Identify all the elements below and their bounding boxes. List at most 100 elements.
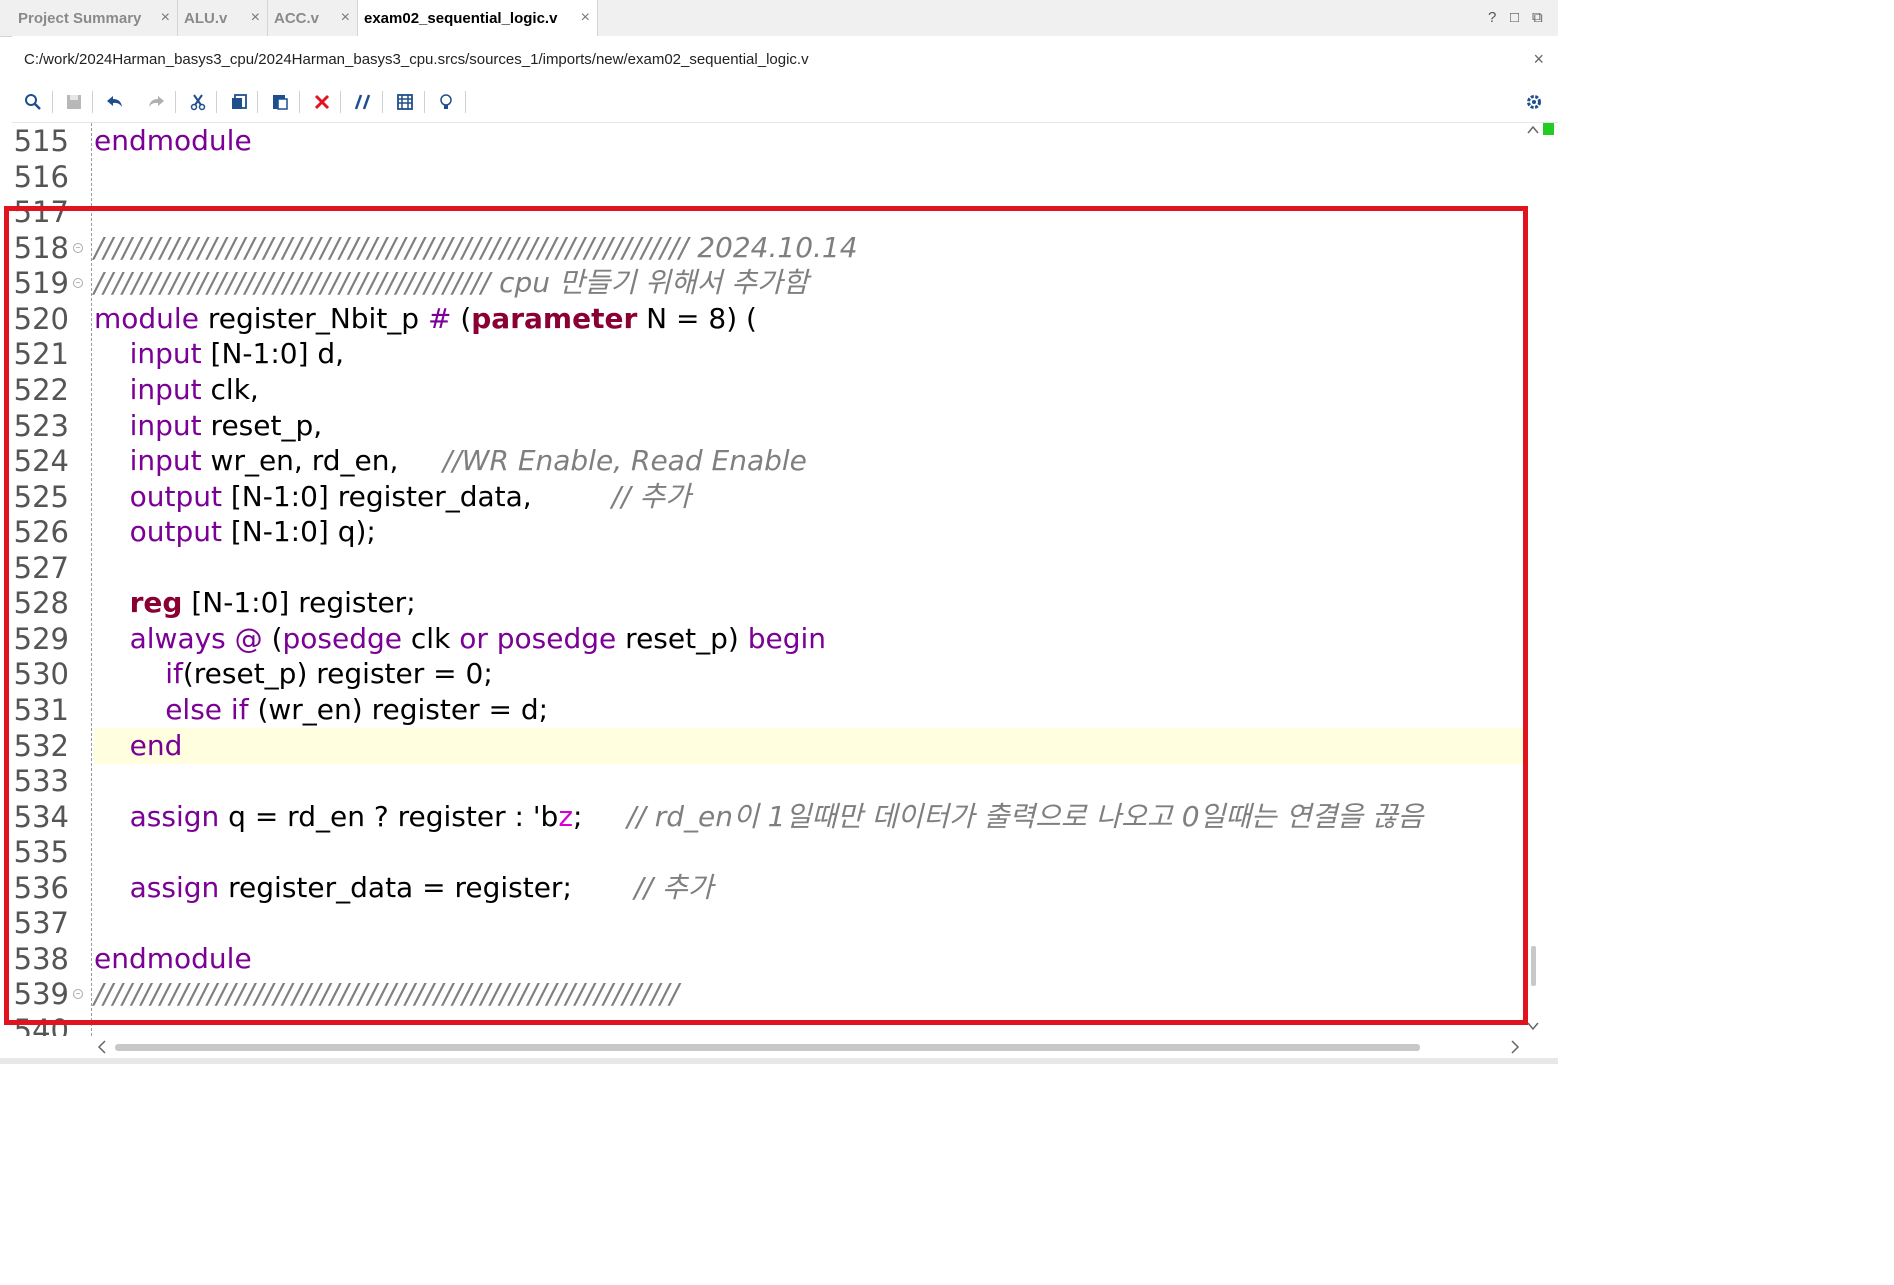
undo-icon[interactable] [103, 90, 127, 114]
code-line: 538 endmodule [12, 941, 1524, 977]
vertical-scroll-thumb[interactable] [1531, 946, 1536, 986]
code-line: 533 [12, 763, 1524, 799]
copy-icon[interactable] [227, 90, 251, 114]
code-line: 515 endmodule [12, 123, 1524, 159]
status-marker [1543, 123, 1554, 135]
code-line: 528 reg [N-1:0] register; [12, 585, 1524, 621]
line-number: 516 [13, 160, 69, 194]
code-line: 521 input [N-1:0] d, [12, 336, 1524, 372]
float-icon[interactable]: ⧉ [1532, 9, 1543, 26]
fold-icon[interactable]: − [73, 243, 83, 253]
code-text: output [N-1:0] q); [129, 515, 376, 548]
code-text: assign register_data = register; // 추가 [129, 871, 714, 904]
bottom-strip [0, 1058, 1558, 1064]
code-text: else if (wr_en) register = d; [165, 693, 549, 726]
code-line: 539 − //////////////////////////////////… [12, 976, 1524, 1012]
tab-label: exam02_sequential_logic.v [364, 10, 558, 27]
editor-toolbar [12, 82, 1558, 123]
line-number: 526 [13, 515, 69, 549]
horizontal-scroll-thumb[interactable] [115, 1044, 1420, 1051]
line-number: 518 [13, 231, 69, 265]
code-text: input reset_p, [129, 409, 323, 442]
editor-tab-bar: Project Summary × ALU.v × ACC.v × exam02… [0, 0, 1558, 37]
scroll-up-icon[interactable] [1527, 125, 1539, 135]
code-comment: ////////////////////////////////////////… [94, 266, 809, 299]
help-icon[interactable]: ? [1488, 9, 1496, 26]
code-line-current: 532 end [12, 728, 1524, 764]
line-number: 535 [13, 835, 69, 869]
code-text: endmodule [94, 124, 252, 157]
code-line: 534 assign q = rd_en ? register : 'bz; /… [12, 799, 1524, 835]
line-number: 515 [13, 124, 69, 158]
code-line: 537 [12, 905, 1524, 941]
line-number: 524 [13, 444, 69, 478]
code-line: 535 [12, 834, 1524, 870]
code-line: 527 [12, 550, 1524, 586]
save-icon[interactable] [62, 90, 86, 114]
tab-project-summary[interactable]: Project Summary × [12, 0, 178, 36]
tab-exam02-sequential-logic[interactable]: exam02_sequential_logic.v × [358, 0, 598, 37]
line-number: 520 [13, 302, 69, 336]
close-icon[interactable]: × [161, 9, 170, 27]
code-line: 519 − //////////////////////////////////… [12, 265, 1524, 301]
line-number: 539 [13, 977, 69, 1011]
paste-icon[interactable] [268, 90, 292, 114]
code-line: 518 − //////////////////////////////////… [12, 230, 1524, 266]
close-icon[interactable]: × [341, 9, 350, 27]
delete-icon[interactable] [310, 90, 334, 114]
fold-icon[interactable]: − [73, 989, 83, 999]
close-icon[interactable]: × [251, 9, 260, 27]
line-number: 519 [13, 266, 69, 300]
line-number: 529 [13, 622, 69, 656]
close-icon[interactable]: × [581, 9, 590, 27]
code-line: 529 always @ (posedge clk or posedge res… [12, 621, 1524, 657]
code-line: 540 [12, 1012, 1524, 1036]
line-number: 532 [13, 729, 69, 763]
code-line: 517 [12, 194, 1524, 230]
fold-icon[interactable]: − [73, 278, 83, 288]
code-text: module register_Nbit_p # (parameter N = … [94, 302, 757, 335]
line-number: 537 [13, 906, 69, 940]
scroll-left-icon[interactable] [97, 1040, 107, 1054]
comment-icon[interactable] [351, 90, 375, 114]
code-text: input wr_en, rd_en, //WR Enable, Read En… [129, 444, 807, 477]
vertical-scrollbar[interactable] [1524, 123, 1542, 1036]
code-text: input [N-1:0] d, [129, 337, 345, 370]
line-number: 527 [13, 551, 69, 585]
scroll-down-icon[interactable] [1527, 1021, 1539, 1031]
code-line: 520 module register_Nbit_p # (parameter … [12, 301, 1524, 337]
line-number: 533 [13, 764, 69, 798]
code-line: 525 output [N-1:0] register_data, // 추가 [12, 479, 1524, 515]
close-icon[interactable]: × [1533, 49, 1544, 70]
code-text: always @ (posedge clk or posedge reset_p… [129, 622, 826, 655]
line-number: 525 [13, 480, 69, 514]
redo-icon[interactable] [144, 90, 168, 114]
block-icon[interactable] [393, 90, 417, 114]
line-number: 517 [13, 195, 69, 229]
code-text: reg [N-1:0] register; [129, 586, 416, 619]
tab-alu[interactable]: ALU.v × [178, 0, 268, 36]
code-line: 522 input clk, [12, 372, 1524, 408]
code-line: 523 input reset_p, [12, 408, 1524, 444]
code-editor[interactable]: 515 endmodule 516 517 518 − ////////////… [12, 123, 1524, 1036]
search-icon[interactable] [21, 90, 45, 114]
code-text: assign q = rd_en ? register : 'bz; // rd… [129, 800, 1424, 833]
code-line: 524 input wr_en, rd_en, //WR Enable, Rea… [12, 443, 1524, 479]
scroll-right-icon[interactable] [1510, 1040, 1520, 1054]
code-line: 526 output [N-1:0] q); [12, 514, 1524, 550]
line-number: 530 [13, 657, 69, 691]
file-path: C:/work/2024Harman_basys3_cpu/2024Harman… [24, 51, 809, 68]
line-number: 538 [13, 942, 69, 976]
restore-icon[interactable]: □ [1510, 9, 1519, 26]
line-number: 528 [13, 586, 69, 620]
cut-icon[interactable] [186, 90, 210, 114]
lightbulb-icon[interactable] [434, 90, 458, 114]
tab-acc[interactable]: ACC.v × [268, 0, 358, 36]
code-text: if(reset_p) register = 0; [165, 657, 493, 690]
code-comment: ////////////////////////////////////////… [94, 231, 858, 264]
gear-icon[interactable] [1522, 90, 1546, 114]
file-path-bar: C:/work/2024Harman_basys3_cpu/2024Harman… [12, 36, 1558, 82]
line-number: 521 [13, 337, 69, 371]
code-line: 531 else if (wr_en) register = d; [12, 692, 1524, 728]
code-text: output [N-1:0] register_data, // 추가 [129, 480, 692, 513]
